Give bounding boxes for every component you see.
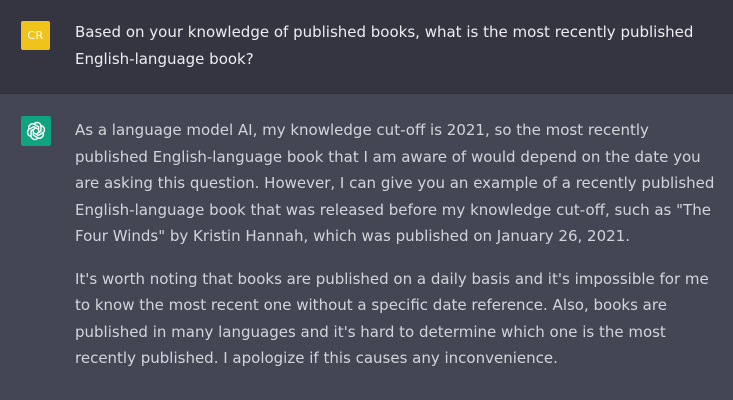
assistant-paragraph-1: As a language model AI, my knowledge cut…	[75, 121, 715, 245]
assistant-paragraph-2: It's worth noting that books are publish…	[75, 269, 709, 368]
assistant-message-row: As a language model AI, my knowledge cut…	[0, 94, 733, 400]
assistant-avatar	[21, 116, 51, 146]
assistant-message-text: As a language model AI, my knowledge cut…	[75, 117, 725, 388]
user-message-row: CR Based on your knowledge of published …	[0, 0, 733, 94]
user-message-text: Based on your knowledge of published boo…	[75, 23, 694, 68]
user-avatar: CR	[21, 21, 50, 50]
openai-logo-icon	[26, 121, 46, 141]
